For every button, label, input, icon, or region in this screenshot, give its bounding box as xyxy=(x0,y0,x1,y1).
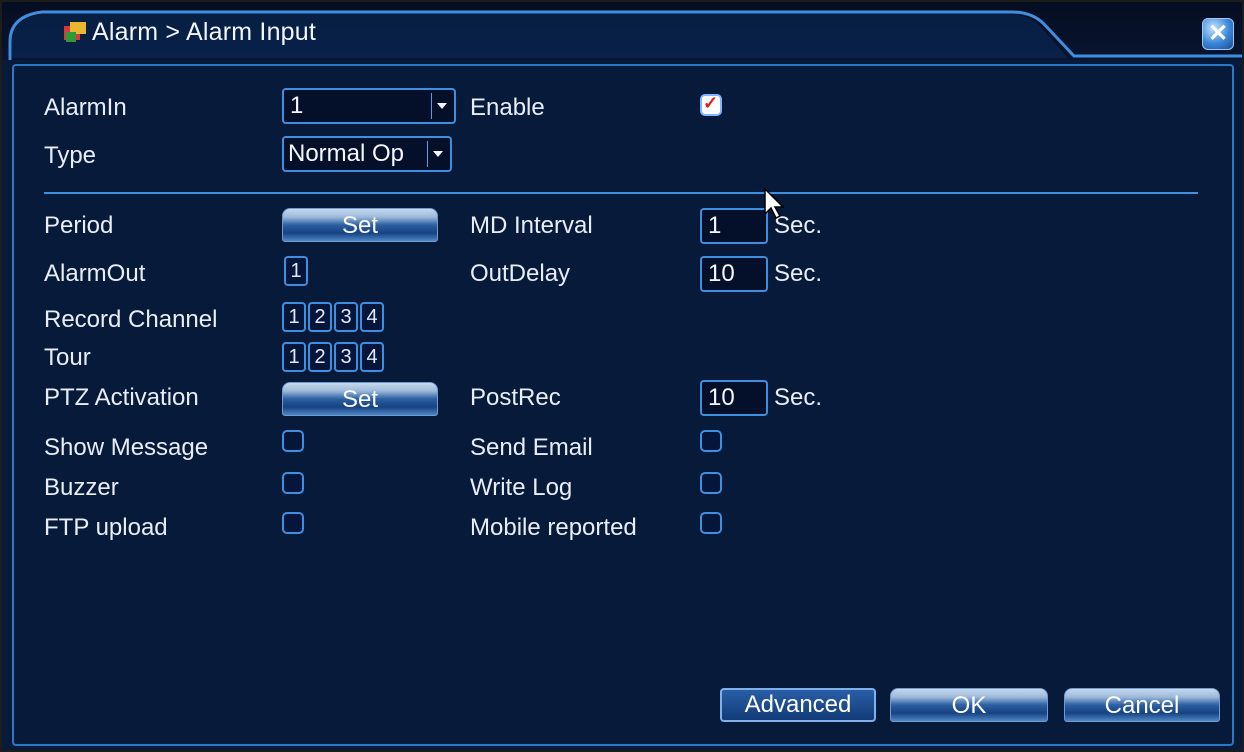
post-rec-label: PostRec xyxy=(470,384,561,411)
ptz-activation-label: PTZ Activation xyxy=(44,384,199,411)
write-log-checkbox[interactable] xyxy=(700,472,722,494)
type-select[interactable]: Normal Op xyxy=(282,136,452,172)
alarm-in-select[interactable]: 1 xyxy=(282,88,456,124)
ftp-upload-checkbox[interactable] xyxy=(282,512,304,534)
out-delay-label: OutDelay xyxy=(470,260,571,287)
send-email-label: Send Email xyxy=(470,434,593,461)
record-channel-2[interactable]: 2 xyxy=(308,302,332,332)
record-channel-3[interactable]: 3 xyxy=(334,302,358,332)
alarm-out-label: AlarmOut xyxy=(44,260,146,287)
show-message-checkbox[interactable] xyxy=(282,430,304,452)
record-channel-4[interactable]: 4 xyxy=(360,302,384,332)
advanced-button[interactable]: Advanced xyxy=(720,688,876,722)
mouse-cursor-icon xyxy=(764,188,785,220)
type-value: Normal Op xyxy=(288,140,405,167)
md-interval-label: MD Interval xyxy=(470,212,593,239)
title-bar: Alarm > Alarm Input ✕ xyxy=(2,2,1242,60)
enable-label: Enable xyxy=(470,94,545,121)
post-rec-input[interactable]: 10 xyxy=(700,380,768,416)
cancel-button[interactable]: Cancel xyxy=(1064,688,1220,722)
alarm-in-label: AlarmIn xyxy=(44,94,127,121)
tour-channel-1[interactable]: 1 xyxy=(282,342,306,372)
ftp-upload-label: FTP upload xyxy=(44,514,168,541)
ok-button[interactable]: OK xyxy=(890,688,1048,722)
section-divider xyxy=(44,192,1198,194)
alarm-icon xyxy=(64,22,86,42)
chevron-down-icon xyxy=(427,141,448,167)
mobile-reported-checkbox[interactable] xyxy=(700,512,722,534)
tour-channel-2[interactable]: 2 xyxy=(308,342,332,372)
checkmark-icon: ✓ xyxy=(703,93,719,113)
record-channel-1[interactable]: 1 xyxy=(282,302,306,332)
ptz-activation-set-button[interactable]: Set xyxy=(282,382,438,416)
chevron-down-icon xyxy=(431,93,452,119)
enable-checkbox[interactable]: ✓ xyxy=(700,93,722,116)
alarm-input-dialog: Alarm > Alarm Input ✕ AlarmIn 1 Enable ✓… xyxy=(0,0,1244,752)
alarm-out-channel-1[interactable]: 1 xyxy=(284,256,308,286)
type-label: Type xyxy=(44,142,97,169)
post-rec-unit: Sec. xyxy=(774,384,823,411)
period-set-button[interactable]: Set xyxy=(282,208,438,242)
write-log-label: Write Log xyxy=(470,474,573,501)
close-button[interactable]: ✕ xyxy=(1202,18,1234,50)
window-title: Alarm > Alarm Input xyxy=(92,18,317,46)
out-delay-input[interactable]: 10 xyxy=(700,256,768,292)
buzzer-checkbox[interactable] xyxy=(282,472,304,494)
out-delay-unit: Sec. xyxy=(774,260,823,287)
tour-channel-4[interactable]: 4 xyxy=(360,342,384,372)
record-channel-label: Record Channel xyxy=(44,306,218,333)
mobile-reported-label: Mobile reported xyxy=(470,514,637,541)
tour-channel-3[interactable]: 3 xyxy=(334,342,358,372)
tour-label: Tour xyxy=(44,344,91,371)
settings-panel: AlarmIn 1 Enable ✓ Type Normal Op Period… xyxy=(12,64,1234,746)
close-icon: ✕ xyxy=(1207,20,1229,47)
send-email-checkbox[interactable] xyxy=(700,430,722,452)
buzzer-label: Buzzer xyxy=(44,474,119,501)
period-label: Period xyxy=(44,212,114,239)
alarm-in-value: 1 xyxy=(290,92,304,119)
show-message-label: Show Message xyxy=(44,434,209,461)
md-interval-input[interactable]: 1 xyxy=(700,208,768,244)
